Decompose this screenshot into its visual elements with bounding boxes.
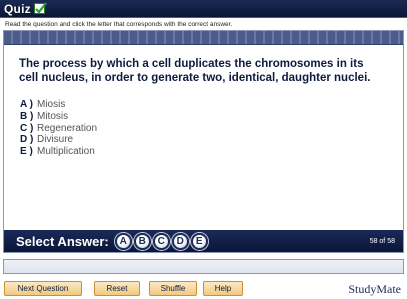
choice-letter: D ) xyxy=(20,134,34,146)
choice-letter: B ) xyxy=(20,110,34,122)
help-button[interactable]: Help xyxy=(203,281,243,296)
choice-item: D ) Divisure xyxy=(20,134,97,146)
answer-button-a[interactable]: A xyxy=(114,232,132,250)
choice-item: E ) Multiplication xyxy=(20,146,97,158)
feedback-bar xyxy=(3,259,404,274)
select-answer-label: Select Answer: xyxy=(16,233,109,249)
instructions-text: Read the question and click the letter t… xyxy=(5,21,233,28)
answer-button-d[interactable]: D xyxy=(171,232,189,250)
studymate-logo: StudyMate xyxy=(348,282,401,296)
panel-header-stripe xyxy=(4,31,403,45)
next-question-button[interactable]: Next Question xyxy=(4,281,82,296)
reset-button[interactable]: Reset xyxy=(94,281,140,296)
choice-text: Regeneration xyxy=(37,122,98,134)
shuffle-button[interactable]: Shuffle xyxy=(149,281,197,296)
choice-letter: E ) xyxy=(20,146,33,158)
choice-letter: C ) xyxy=(20,122,34,134)
choice-item: B ) Mitosis xyxy=(20,111,97,123)
choice-item: C ) Regeneration xyxy=(20,123,97,135)
choice-text: Mitosis xyxy=(37,110,69,122)
choice-item: A ) Miosis xyxy=(20,99,97,111)
answer-button-c[interactable]: C xyxy=(152,232,170,250)
answer-selection-bar: Select Answer: A B C D E 58 of 58 xyxy=(4,230,403,252)
checkbox-check-icon xyxy=(33,2,47,14)
title-bar: Quiz xyxy=(0,0,407,18)
choice-text: Divisure xyxy=(37,134,74,146)
question-text: The process by which a cell duplicates t… xyxy=(19,58,371,84)
answer-button-e[interactable]: E xyxy=(190,232,208,250)
choice-text: Miosis xyxy=(37,99,66,110)
app-title: Quiz xyxy=(4,1,31,16)
choice-letter: A ) xyxy=(20,99,33,110)
bottom-toolbar: Next Question Reset Shuffle Help StudyMa… xyxy=(0,279,407,299)
choice-text: Multiplication xyxy=(37,146,95,158)
answer-button-b[interactable]: B xyxy=(133,232,151,250)
question-counter: 58 of 58 xyxy=(369,237,395,245)
answer-choices: A ) Miosis B ) Mitosis C ) Regeneration … xyxy=(20,99,97,158)
question-panel: The process by which a cell duplicates t… xyxy=(3,30,404,253)
